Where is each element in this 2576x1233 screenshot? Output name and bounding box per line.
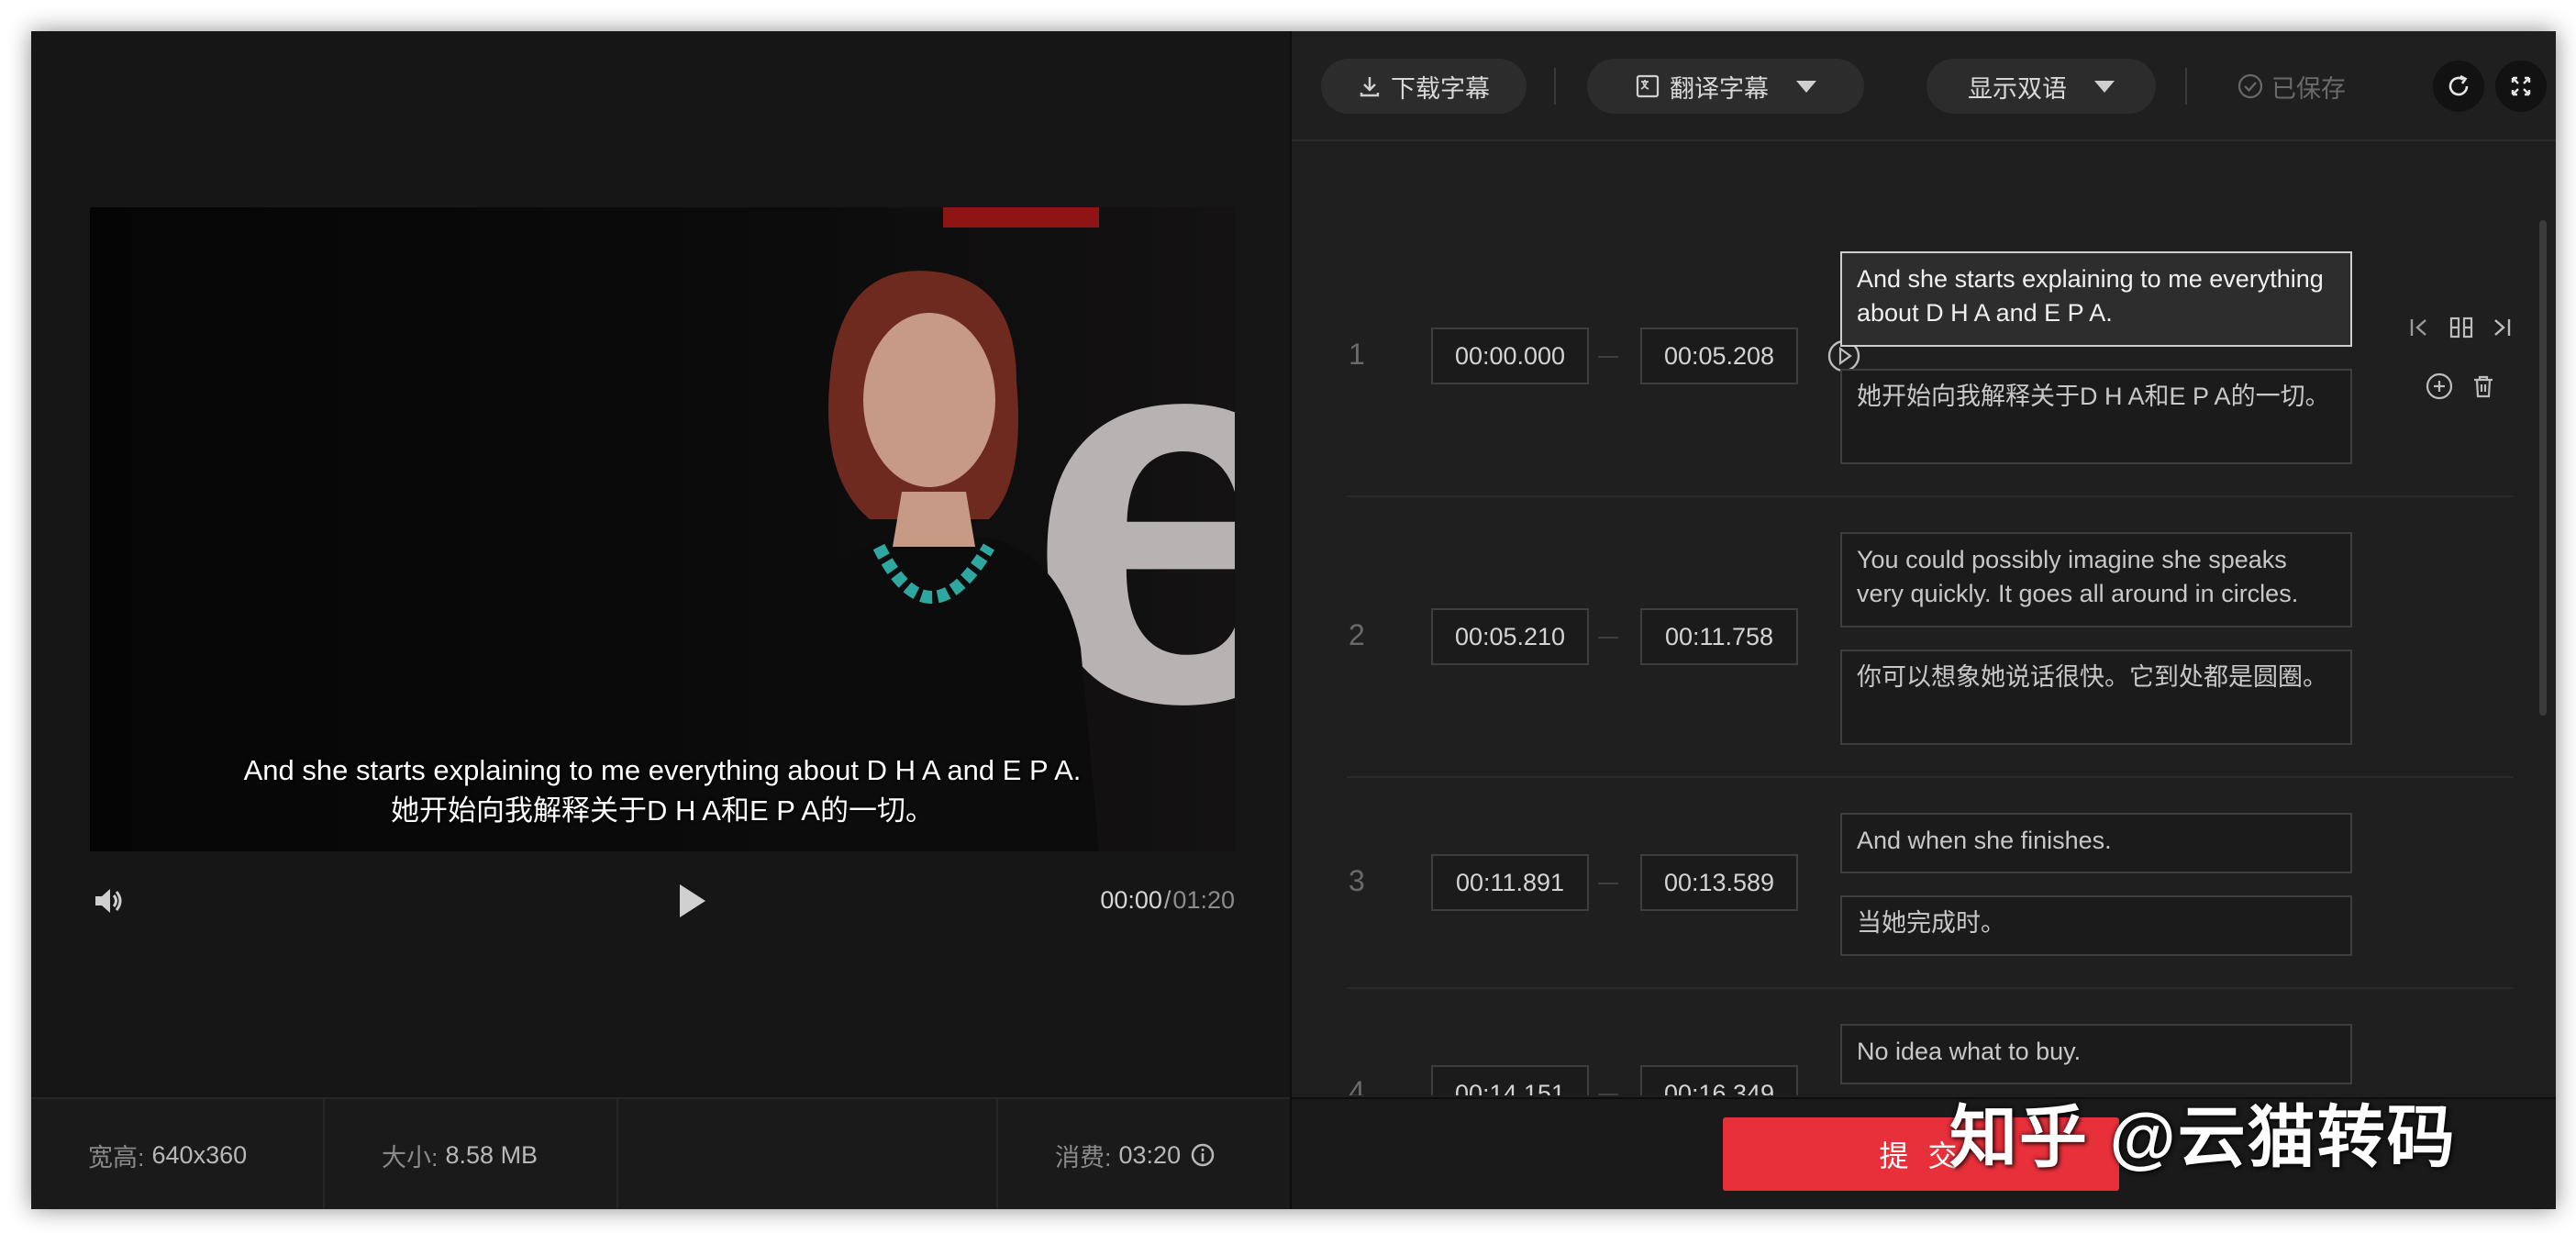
- translate-subtitles-dropdown[interactable]: 翻译字幕: [1587, 59, 1864, 114]
- subtitle-text-en-input[interactable]: And when she finishes.: [1840, 813, 2352, 873]
- resolution-label: 宽高:: [88, 1143, 145, 1172]
- size-info: 大小: 8.58 MB: [382, 1099, 538, 1209]
- start-time-input[interactable]: 00:05.210: [1431, 608, 1589, 665]
- translate-icon: [1636, 74, 1660, 98]
- download-label: 下载字幕: [1391, 74, 1490, 103]
- add-row-icon[interactable]: [2424, 371, 2455, 402]
- subtitle-text-en-input[interactable]: No idea what to buy.: [1840, 1024, 2352, 1084]
- translate-label: 翻译字幕: [1670, 74, 1769, 103]
- duration: 01:20: [1172, 886, 1235, 914]
- size-label: 大小:: [382, 1143, 439, 1172]
- play-icon[interactable]: [671, 881, 711, 921]
- refresh-icon: [2448, 74, 2469, 96]
- fullscreen-button[interactable]: [2495, 61, 2547, 112]
- volume-icon[interactable]: [90, 883, 127, 919]
- display-label: 显示双语: [1968, 74, 2067, 103]
- row-index: 3: [1349, 864, 1365, 897]
- start-time-input[interactable]: 00:14.151: [1431, 1065, 1589, 1095]
- subtitle-text-zh-input[interactable]: 当她完成时。: [1840, 895, 2352, 956]
- end-time-input[interactable]: 00:05.208: [1640, 328, 1798, 384]
- saved-status: 已保存: [2237, 59, 2346, 114]
- end-time-input[interactable]: 00:16.349: [1640, 1065, 1798, 1095]
- subtitle-text-zh-input[interactable]: 你可以想象她说话很快。它到处都是圆圈。: [1840, 650, 2352, 745]
- display-bilingual-dropdown[interactable]: 显示双语: [1926, 59, 2156, 114]
- subtitle-text-zh-input[interactable]: 她开始向我解释关于D H A和E P A的一切。: [1840, 369, 2352, 464]
- subtitle-text-en-input[interactable]: You could possibly imagine she speaks ve…: [1840, 532, 2352, 628]
- check-circle-icon: [2237, 73, 2263, 99]
- row-index: 2: [1349, 618, 1365, 651]
- cost-label: 消费:: [1055, 1143, 1112, 1172]
- app-window: e And she starts explaining to me everyt…: [31, 31, 2556, 1209]
- subtitle-list: 1 00:00.000 00:05.208 And she starts exp…: [1292, 141, 2556, 1095]
- saved-label: 已保存: [2271, 74, 2346, 103]
- end-time-input[interactable]: 00:11.758: [1640, 608, 1798, 665]
- row-index: 1: [1349, 338, 1365, 371]
- player-panel: e And she starts explaining to me everyt…: [31, 31, 1290, 1209]
- watermark: 知乎 @云猫转码: [1949, 1099, 2457, 1175]
- chevron-down-icon: [1796, 80, 1816, 93]
- video-subtitle-zh: 她开始向我解释关于D H A和E P A的一切。: [391, 794, 934, 827]
- download-subtitles-button[interactable]: 下载字幕: [1321, 59, 1527, 114]
- row-index: 4: [1349, 1075, 1365, 1095]
- resolution-value: 640x360: [151, 1140, 248, 1169]
- subtitle-text-en-input[interactable]: And she starts explaining to me everythi…: [1840, 251, 2352, 347]
- scrollbar[interactable]: [2539, 220, 2547, 716]
- delete-row-icon[interactable]: [2468, 371, 2499, 402]
- end-time-input[interactable]: 00:13.589: [1640, 854, 1798, 911]
- video-info-bar: 宽高: 640x360 大小: 8.58 MB 消费: 03:20: [31, 1097, 1290, 1209]
- merge-prev-icon[interactable]: [2404, 312, 2435, 343]
- player-controls: 00:00/01:20: [90, 875, 1235, 927]
- split-icon[interactable]: [2446, 312, 2477, 343]
- video-subtitle-en: And she starts explaining to me everythi…: [243, 754, 1082, 786]
- chevron-down-icon: [2094, 80, 2115, 93]
- fullscreen-icon: [2511, 76, 2531, 96]
- merge-next-icon[interactable]: [2486, 312, 2517, 343]
- info-icon[interactable]: [1190, 1142, 1216, 1168]
- resolution-info: 宽高: 640x360: [88, 1099, 247, 1209]
- start-time-input[interactable]: 00:00.000: [1431, 328, 1589, 384]
- refresh-button[interactable]: [2433, 61, 2484, 112]
- video-frame[interactable]: e And she starts explaining to me everyt…: [90, 207, 1235, 851]
- editor-toolbar: 下载字幕 翻译字幕 显示双语 已保存: [1292, 31, 2556, 141]
- start-time-input[interactable]: 00:11.891: [1431, 854, 1589, 911]
- subtitle-editor: 下载字幕 翻译字幕 显示双语 已保存 1 00:00.000 00:05.208…: [1292, 31, 2556, 1209]
- cost-info: 消费: 03:20: [1055, 1099, 1216, 1209]
- time-separator: /: [1163, 886, 1171, 914]
- download-icon: [1360, 77, 1380, 97]
- size-value: 8.58 MB: [445, 1140, 539, 1169]
- cost-value: 03:20: [1118, 1140, 1182, 1169]
- current-time: 00:00: [1100, 886, 1162, 914]
- time-display: 00:00/01:20: [1100, 886, 1235, 915]
